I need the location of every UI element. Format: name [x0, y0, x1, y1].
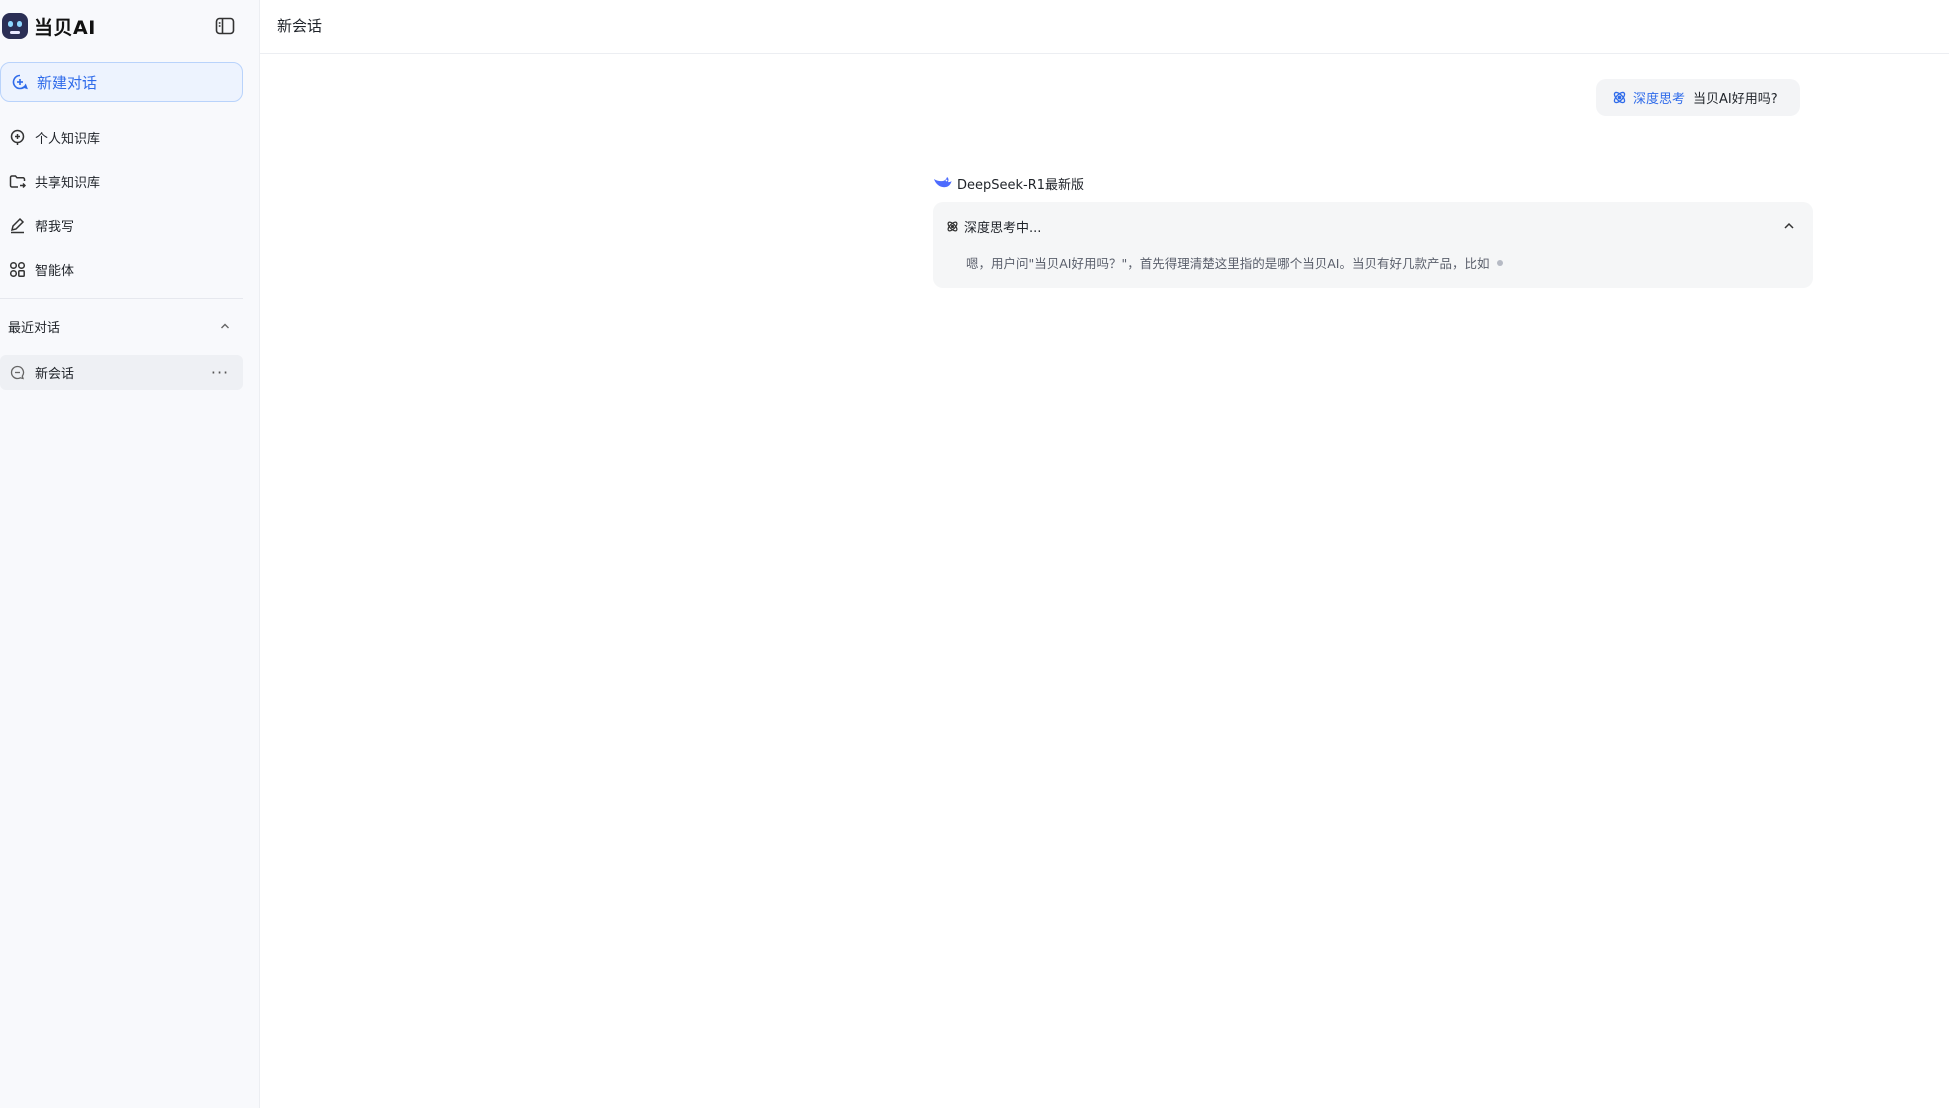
user-message-text: 当贝AI好用吗? [1693, 92, 1778, 107]
deep-think-icon [1612, 90, 1627, 105]
sidebar-item-label: 共享知识库 [35, 175, 101, 191]
brand-name: 当贝AI [34, 16, 96, 39]
sidebar-divider [0, 298, 243, 299]
top-bar: 新会话 [260, 0, 1949, 54]
more-options-icon[interactable]: ··· [211, 363, 229, 382]
thinking-content: 嗯，用户问"当贝AI好用吗？"，首先得理清楚这里指的是哪个当贝AI。当贝有好几款… [966, 253, 1504, 272]
conversation-title: 新会话 [277, 17, 323, 35]
main-panel: 新会话 深度思考 当贝AI好用吗? DeepSeek-R1最新版 深度思考中..… [260, 0, 1949, 1108]
sidebar-item-label: 帮我写 [35, 219, 75, 235]
assistant-model-label: DeepSeek-R1最新版 [933, 172, 1084, 194]
thinking-panel: 深度思考中... 嗯，用户问"当贝AI好用吗？"，首先得理清楚这里指的是哪个当贝… [933, 202, 1813, 288]
recent-title: 最近对话 [8, 320, 61, 336]
new-chat-button[interactable]: 新建对话 [0, 62, 243, 102]
deep-think-icon [946, 220, 959, 233]
deep-think-tag: 深度思考 [1633, 92, 1686, 107]
deepseek-whale-icon [933, 174, 953, 192]
recent-conversation-item[interactable]: 新会话 ··· [0, 355, 243, 390]
sidebar-item-agents[interactable]: 智能体 [0, 251, 243, 287]
user-message-bubble: 深度思考 当贝AI好用吗? [1596, 79, 1800, 116]
model-name: DeepSeek-R1最新版 [957, 177, 1085, 193]
write-pen-icon [9, 217, 26, 234]
robot-logo-icon [2, 13, 28, 39]
new-chat-label: 新建对话 [37, 73, 98, 92]
sidebar-toggle-icon[interactable] [214, 15, 236, 37]
sidebar-item-help-write[interactable]: 帮我写 [0, 207, 243, 243]
shared-folder-icon [9, 173, 26, 190]
new-chat-icon [11, 73, 29, 91]
recent-conversations-header: 最近对话 [0, 312, 243, 340]
chevron-up-icon[interactable] [217, 318, 233, 334]
sidebar-item-personal-kb[interactable]: 个人知识库 [0, 119, 243, 155]
thinking-status: 深度思考中... [964, 220, 1042, 236]
chevron-up-icon[interactable] [1781, 218, 1797, 234]
sidebar: 当贝AI 新建对话 个人知识库 共享知识库 帮我写 智能体 最近对话 新会话 ·… [0, 0, 260, 1108]
app-window: 当贝AI 新建对话 个人知识库 共享知识库 帮我写 智能体 最近对话 新会话 ·… [0, 0, 1949, 1108]
sidebar-item-shared-kb[interactable]: 共享知识库 [0, 163, 243, 199]
knowledge-base-icon [9, 129, 26, 146]
typing-indicator [1497, 259, 1504, 266]
sidebar-item-label: 个人知识库 [35, 131, 101, 147]
thinking-text: 嗯，用户问"当贝AI好用吗？"，首先得理清楚这里指的是哪个当贝AI。当贝有好几款… [966, 256, 1490, 271]
sidebar-item-label: 智能体 [35, 263, 75, 279]
apps-grid-icon [9, 261, 26, 278]
thinking-header: 深度思考中... [946, 216, 1041, 236]
chat-bubble-icon [10, 365, 25, 380]
recent-item-label: 新会话 [35, 367, 75, 382]
